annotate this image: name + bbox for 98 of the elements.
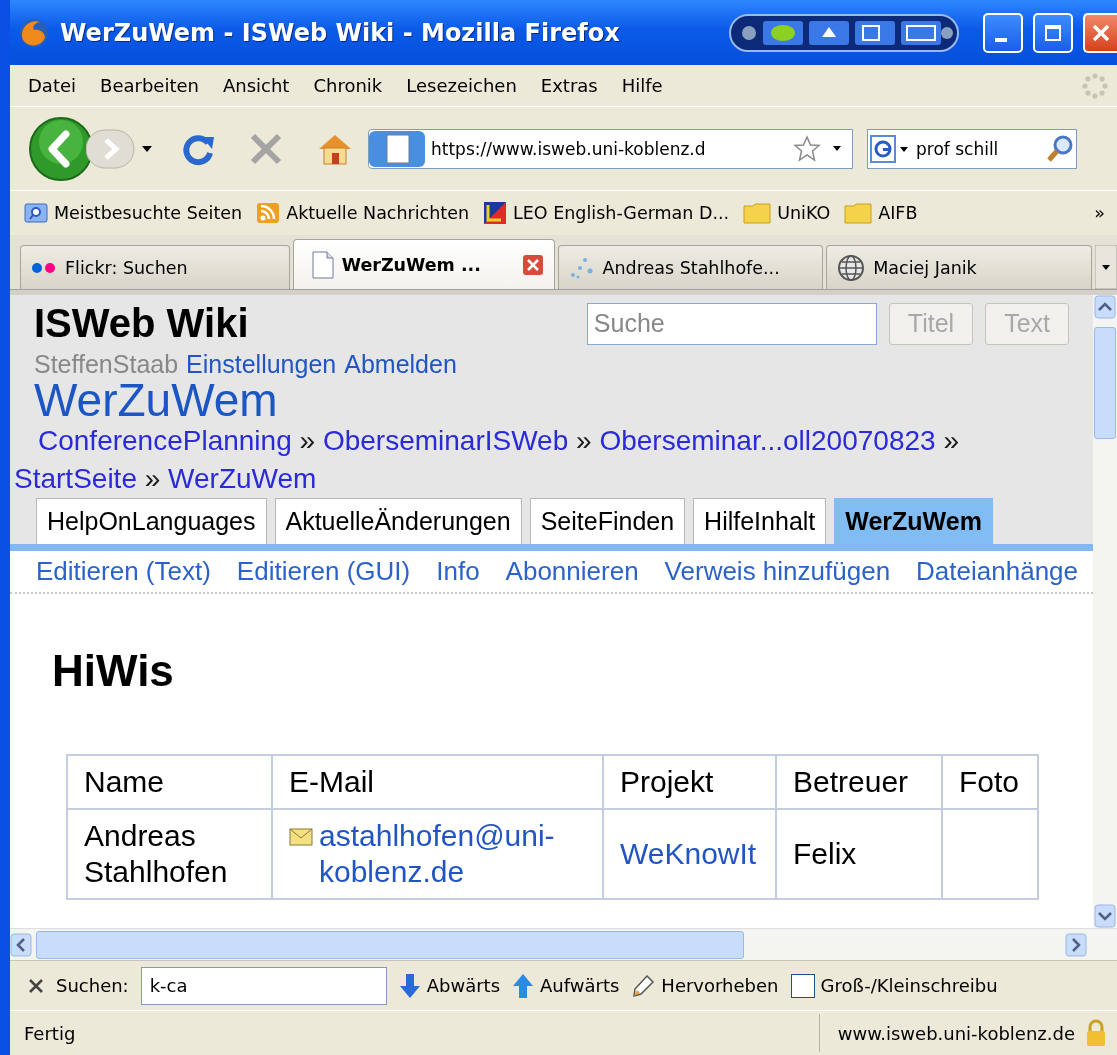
table-cell: Felix xyxy=(776,809,942,899)
throbber-icon xyxy=(1081,71,1109,100)
bookmark-item[interactable]: Meistbesuchte Seiten xyxy=(54,203,243,223)
menu-item[interactable]: Extras xyxy=(540,75,598,96)
close-button[interactable] xyxy=(1083,12,1117,53)
menu-item[interactable]: Datei xyxy=(28,75,77,96)
bookmark-item[interactable]: UniKO xyxy=(777,203,831,223)
search-text: prof schill xyxy=(915,138,1000,159)
breadcrumb-link[interactable]: WerZuWem xyxy=(168,463,317,494)
minimize-icon xyxy=(995,37,1007,42)
column-header: E-Mail xyxy=(272,755,603,809)
site-title: ISWeb Wiki xyxy=(34,301,250,346)
close-icon[interactable] xyxy=(521,253,544,276)
action-link[interactable]: Verweis hinzufügen xyxy=(664,556,891,587)
page-icon xyxy=(311,250,334,279)
horizontal-scrollbar[interactable] xyxy=(10,928,1117,961)
bookmark-item[interactable]: AIFB xyxy=(878,203,918,223)
nav-tab[interactable]: HelpOnLanguages xyxy=(36,498,267,544)
action-link[interactable]: Info xyxy=(436,556,480,587)
feed-icon xyxy=(256,202,281,224)
address-field[interactable]: https://www.isweb.uni-koblenz.d xyxy=(368,128,853,169)
page-icon xyxy=(369,130,425,167)
folder-icon xyxy=(844,202,873,224)
vertical-scrollbar[interactable] xyxy=(1093,295,1117,928)
maximize-button[interactable] xyxy=(1033,12,1073,53)
browser-tab[interactable]: Andreas Stahlhofe... xyxy=(557,245,824,289)
action-link[interactable]: Abonnieren xyxy=(505,556,639,587)
menu-item[interactable]: Hilfe xyxy=(621,75,663,96)
breadcrumb-separator: » xyxy=(943,425,959,456)
column-header: Name xyxy=(67,755,272,809)
window-title: WerZuWem - ISWeb Wiki - Mozilla Firefox xyxy=(60,18,621,47)
scrollbar-thumb[interactable] xyxy=(1094,327,1116,439)
column-header: Foto xyxy=(942,755,1038,809)
folder-search-icon xyxy=(24,202,48,224)
status-text: Fertig xyxy=(24,1022,76,1044)
nav-tab[interactable]: WerZuWem xyxy=(834,498,993,544)
action-link[interactable]: Dateianhänge xyxy=(916,556,1078,587)
find-button[interactable]: Aufwärts xyxy=(540,975,620,996)
dropdown-caret-icon[interactable] xyxy=(140,143,154,154)
firefox-icon xyxy=(18,16,50,49)
nav-tab[interactable]: HilfeInhalt xyxy=(693,498,827,544)
scroll-down-button[interactable] xyxy=(1094,904,1116,928)
search-field[interactable]: prof schill xyxy=(867,128,1077,169)
breadcrumb-separator: » xyxy=(576,425,592,456)
envelope-icon xyxy=(289,828,313,846)
column-header: Betreuer xyxy=(776,755,942,809)
pencil-icon xyxy=(631,973,656,998)
breadcrumb-link[interactable]: ConferencePlanning xyxy=(38,425,292,456)
folder-icon xyxy=(743,202,772,224)
toolbar-drawing[interactable] xyxy=(729,12,959,53)
checkbox-label[interactable]: Groß-/Kleinschreibu xyxy=(820,975,998,996)
scroll-left-button[interactable] xyxy=(10,933,32,957)
tab-list-icon[interactable] xyxy=(1095,245,1117,289)
nav-tab[interactable]: AktuelleÄnderungen xyxy=(274,498,522,544)
column-header: Projekt xyxy=(603,755,776,809)
breadcrumb-link[interactable]: StartSeite xyxy=(14,463,137,494)
bookmark-item[interactable]: LEO English-German D... xyxy=(513,203,730,223)
scrollbar-thumb[interactable] xyxy=(36,931,744,959)
find-label: Suchen: xyxy=(56,975,129,996)
nav-tab[interactable]: SeiteFinden xyxy=(529,498,686,544)
find-field[interactable]: k-ca xyxy=(140,966,387,1005)
breadcrumb-separator: » xyxy=(299,425,316,456)
menu-item[interactable]: Lesezeichen xyxy=(406,75,517,96)
scroll-right-button[interactable] xyxy=(1065,933,1087,957)
menu-item[interactable]: Bearbeiten xyxy=(100,75,199,96)
maximize-icon xyxy=(1044,23,1062,42)
star-icon[interactable] xyxy=(792,133,822,164)
breadcrumb-separator: » xyxy=(144,463,161,494)
up-arrow-icon xyxy=(512,972,534,999)
overflow-chevron[interactable]: » xyxy=(1094,203,1105,223)
minimize-button[interactable] xyxy=(983,12,1023,53)
breadcrumb-link[interactable]: Oberseminar...oll20070823 xyxy=(599,425,936,456)
flag-icon xyxy=(483,201,508,225)
status-host: www.isweb.uni-koblenz.de xyxy=(837,1022,1075,1044)
breadcrumb-link[interactable]: OberseminarISWeb xyxy=(322,425,569,456)
find-button[interactable]: Abwärts xyxy=(426,975,500,996)
action-link[interactable]: Editieren (Text) xyxy=(36,556,211,587)
browser-tab[interactable]: Flickr: Suchen xyxy=(20,245,290,289)
google-icon[interactable] xyxy=(868,132,898,165)
find-button[interactable]: Hervorheben xyxy=(661,975,779,996)
search-field[interactable]: Suche xyxy=(586,302,877,345)
scroll-up-button[interactable] xyxy=(1094,295,1116,319)
user-link[interactable]: Abmelden xyxy=(344,350,457,378)
bookmark-item[interactable]: Aktuelle Nachrichten xyxy=(286,203,470,223)
close-icon xyxy=(1091,22,1111,43)
url-text: https://www.isweb.uni-koblenz.d xyxy=(430,138,707,159)
action-link[interactable]: Editieren (GUI) xyxy=(236,556,411,587)
menu-item[interactable]: Ansicht xyxy=(222,75,290,96)
menu-item[interactable]: Chronik xyxy=(313,75,383,96)
globe-icon xyxy=(837,253,866,282)
close-icon[interactable] xyxy=(28,977,44,994)
browser-tab[interactable]: WerZuWem ... xyxy=(292,239,555,289)
checkbox[interactable] xyxy=(790,973,815,998)
section-heading: HiWis xyxy=(52,646,174,695)
browser-tab[interactable]: Maciej Janik xyxy=(826,245,1092,289)
down-arrow-icon xyxy=(398,972,421,999)
table-cell: Andreas Stahlhofen xyxy=(67,809,272,899)
dots-icon xyxy=(31,261,57,274)
